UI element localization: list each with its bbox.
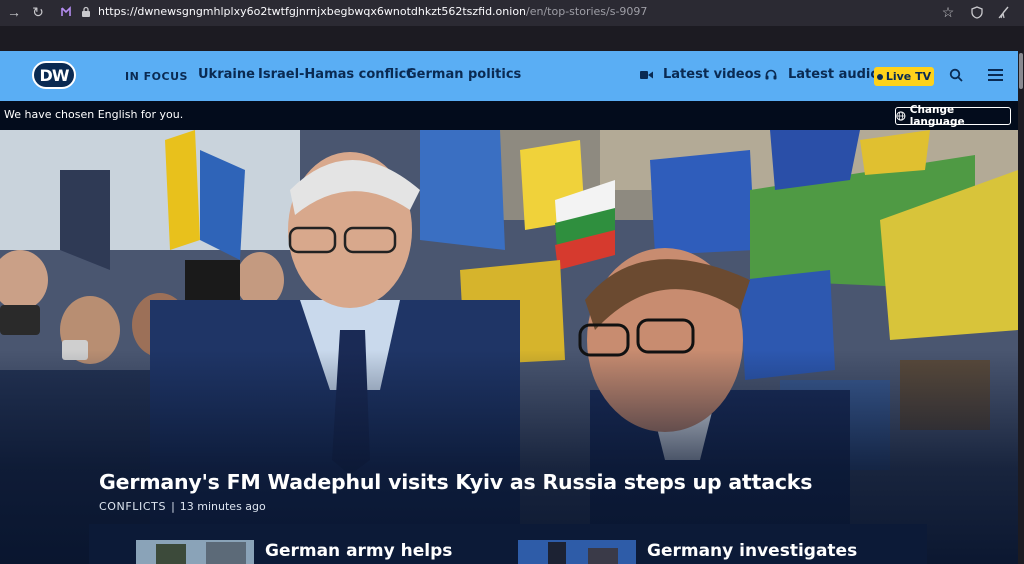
live-tv-button[interactable]: Live TV [874,67,934,86]
nav-link-german-politics[interactable]: German politics [406,67,521,82]
hero-category[interactable]: CONFLICTS [99,500,166,513]
hero-story[interactable] [0,130,1018,564]
hero-meta: CONFLICTS | 13 minutes ago [99,500,266,513]
page-scrollbar[interactable] [1018,51,1024,564]
url-main: https://dwnewsgngmhlplxy6o2twtfgjnrnjxbe… [98,5,527,18]
latest-audio-link[interactable]: Latest audio [788,67,879,82]
tab-strip [0,26,1024,48]
card-2-thumbnail[interactable] [518,540,636,564]
live-dot-icon [876,73,883,80]
address-bar-row: → ↻ https://dwnewsgngmhlplxy6o2twtfgjnrn… [0,0,1024,24]
hamburger-menu-icon[interactable] [988,69,1003,81]
url-field[interactable]: https://dwnewsgngmhlplxy6o2twtfgjnrnjxbe… [98,5,647,18]
lock-icon[interactable] [78,4,94,20]
globe-icon [896,111,906,121]
card-2-title[interactable]: Germany investigates [647,541,857,561]
change-language-label: Change language [909,104,965,128]
hero-headline[interactable]: Germany's FM Wadephul visits Kyiv as Rus… [99,470,812,494]
live-tv-label: Live TV [885,70,932,83]
card-1-title[interactable]: German army helps [265,541,452,561]
hero-timestamp: 13 minutes ago [179,500,266,513]
url-path: /en/top-stories/s-9097 [526,5,648,18]
headphones-icon [765,69,777,83]
language-notice-bar: We have chosen English for you. Change l… [0,101,1018,130]
extension-icon[interactable] [58,4,74,20]
in-focus-label: IN FOCUS [125,70,188,83]
language-message: We have chosen English for you. [4,108,184,121]
search-icon[interactable] [949,68,963,85]
nav-link-ukraine[interactable]: Ukraine [198,67,255,82]
latest-videos-link[interactable]: Latest videos [663,67,761,82]
video-camera-icon [640,69,653,83]
site-header: DW IN FOCUS Ukraine Israel-Hamas conflic… [0,51,1018,101]
broom-icon[interactable] [995,4,1011,20]
shield-icon[interactable] [969,4,985,20]
reload-icon[interactable]: ↻ [30,4,46,20]
card-1-thumbnail[interactable] [136,540,254,564]
meta-separator: | [171,500,175,513]
back-icon[interactable]: → [6,4,22,20]
dw-logo[interactable]: DW [32,61,76,89]
nav-link-israel-hamas[interactable]: Israel-Hamas conflict [258,67,413,82]
bookmark-star-icon[interactable]: ☆ [940,4,956,20]
scrollbar-thumb[interactable] [1019,53,1023,89]
browser-toolbar: → ↻ https://dwnewsgngmhlplxy6o2twtfgjnrn… [0,0,1024,48]
change-language-button[interactable]: Change language [895,104,1011,128]
